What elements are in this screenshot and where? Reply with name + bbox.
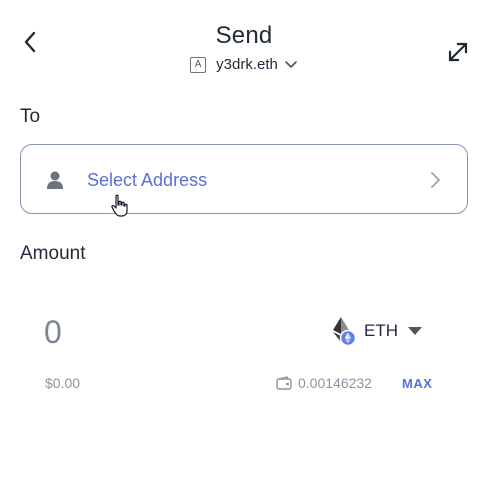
expand-button[interactable] <box>444 38 472 66</box>
balance-amount: 0.00146232 <box>298 375 372 391</box>
hand-cursor-icon <box>111 194 128 217</box>
token-selector[interactable]: ETH <box>332 316 422 346</box>
select-address-label: Select Address <box>87 170 208 190</box>
send-page: Send A y3drk.eth To Select Address Amoun… <box>0 0 488 480</box>
account-selector[interactable]: A y3drk.eth <box>0 56 488 73</box>
fiat-value: $0.00 <box>45 375 81 391</box>
person-icon <box>47 171 63 189</box>
chevron-down-icon <box>285 60 297 68</box>
account-badge: A <box>190 56 207 73</box>
caret-down-icon <box>408 327 422 335</box>
max-button[interactable]: MAX <box>402 376 432 391</box>
account-name: y3drk.eth <box>216 56 278 73</box>
amount-label: Amount <box>20 243 86 264</box>
balance-display: 0.00146232 <box>276 375 372 391</box>
wallet-icon <box>276 376 292 390</box>
select-address-button[interactable]: Select Address <box>20 144 468 214</box>
token-name: ETH <box>364 321 398 340</box>
to-label: To <box>20 106 41 127</box>
expand-icon <box>448 42 468 62</box>
amount-input[interactable]: 0 <box>44 314 62 351</box>
page-title: Send <box>215 22 273 49</box>
eth-icon <box>333 317 356 346</box>
chevron-right-icon <box>431 172 440 188</box>
